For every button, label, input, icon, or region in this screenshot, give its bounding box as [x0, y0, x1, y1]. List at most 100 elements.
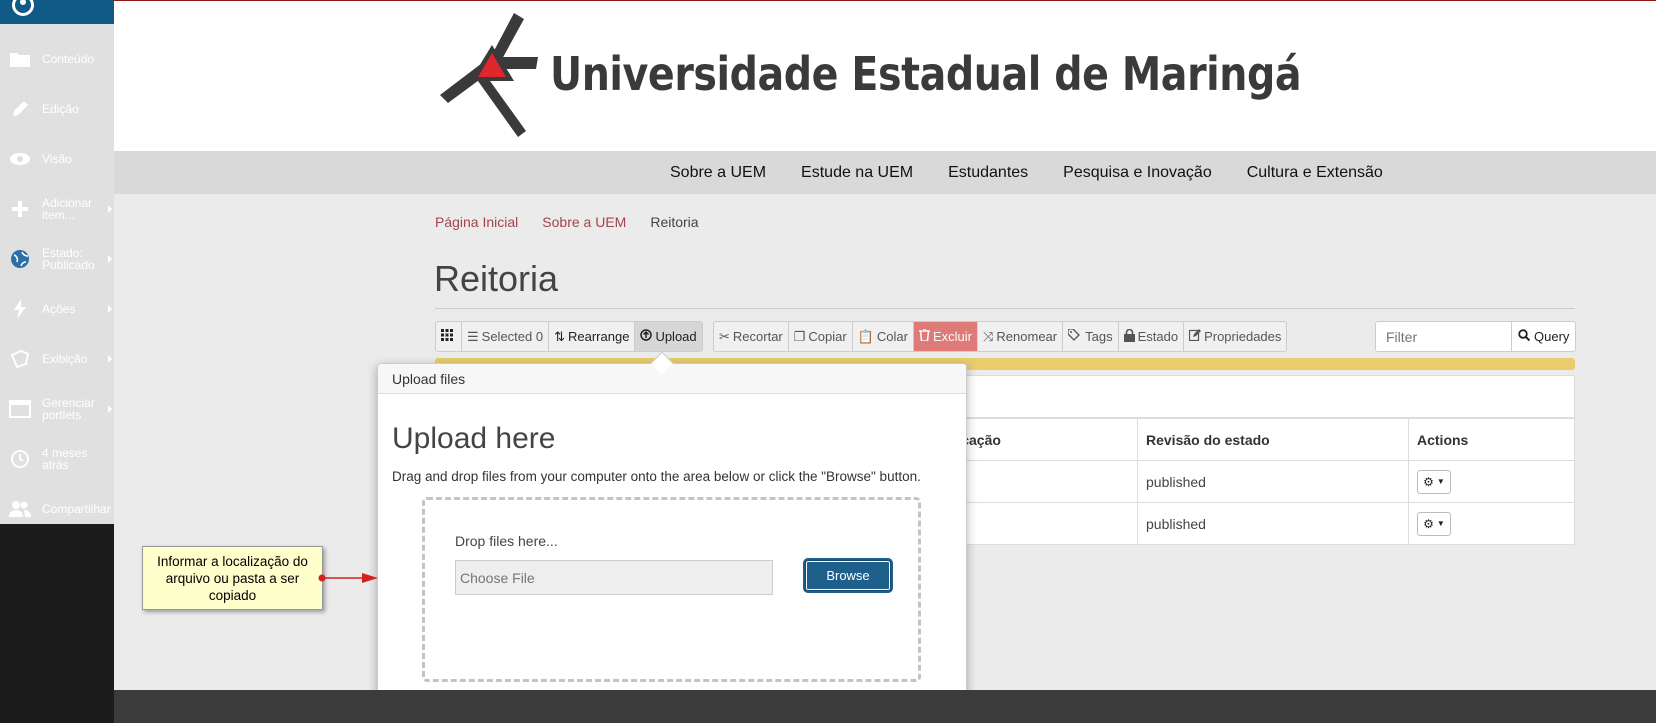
upload-label: Upload	[655, 329, 697, 344]
global-navigation: Sobre a UEM Estude na UEM Estudantes Pes…	[114, 151, 1656, 194]
eye-icon	[8, 147, 32, 171]
breadcrumb-parent[interactable]: Sobre a UEM	[542, 214, 626, 230]
toolbar-item-add[interactable]: Adicionar item...	[0, 184, 114, 234]
tags-button[interactable]: Tags	[1063, 322, 1119, 351]
toolbar-item-portlets[interactable]: Gerenciar portlets	[0, 384, 114, 434]
copy-label: Copiar	[808, 329, 847, 344]
pencil-icon	[8, 97, 32, 121]
nav-item-sobre[interactable]: Sobre a UEM	[670, 164, 766, 182]
selected-label: Selected 0	[481, 329, 544, 344]
state-label: Estado	[1137, 329, 1179, 344]
table-cell-review-state: published	[1137, 460, 1409, 503]
browse-button[interactable]: Browse	[805, 560, 891, 591]
chevron-right-icon	[108, 255, 112, 263]
site-logo[interactable]: Universidade Estadual de Maringá	[434, 11, 1423, 137]
chevron-right-icon	[108, 355, 112, 363]
toolbar-item-view[interactable]: Visão	[0, 134, 114, 184]
toolbar-item-label: Estado: Publicado	[42, 246, 95, 272]
table-cell-actions: ⚙ ▼	[1408, 460, 1575, 503]
paste-label: Colar	[876, 329, 908, 344]
callout-arrow-icon	[318, 573, 378, 583]
folder-icon	[8, 47, 32, 71]
annotation-callout: Informar a localização do arquivo ou pas…	[142, 546, 323, 610]
site-footer	[114, 690, 1656, 723]
toolbar-item-state[interactable]: Estado: Publicado	[0, 234, 114, 284]
delete-button[interactable]: Excluir	[913, 322, 978, 351]
table-cell-actions: ⚙ ▼	[1408, 502, 1575, 545]
copy-button[interactable]: ❐ Copiar	[789, 322, 853, 351]
page-title: Reitoria	[434, 258, 559, 299]
column-header-review-state[interactable]: Revisão do estado	[1137, 418, 1409, 461]
plone-logo-icon[interactable]	[12, 0, 34, 16]
toolbar-item-label: Gerenciar portlets	[42, 396, 95, 422]
layers-icon	[8, 347, 32, 371]
toolbar-item-label: Edição	[42, 102, 79, 116]
toolbar-item-sharing[interactable]: Compartilhar	[0, 484, 114, 534]
rename-button[interactable]: ⤨ Renomear	[978, 322, 1064, 351]
file-path-input[interactable]	[455, 560, 773, 595]
filter-group: Query	[1375, 321, 1577, 352]
properties-button[interactable]: Propriedades	[1184, 322, 1286, 351]
gear-icon: ⚙	[1423, 516, 1434, 531]
uem-logo-icon	[440, 13, 538, 137]
globe-icon	[8, 247, 32, 271]
cut-label: Recortar	[732, 329, 783, 344]
row-actions-button[interactable]: ⚙ ▼	[1417, 511, 1451, 536]
delete-label: Excluir	[932, 329, 972, 344]
grid-icon	[441, 329, 453, 344]
chevron-right-icon	[108, 205, 112, 213]
toolbar-item-display[interactable]: Exibição	[0, 334, 114, 384]
toolbar-item-label: Visão	[42, 152, 72, 166]
list-icon: ☰	[467, 328, 479, 344]
toolbar-item-history[interactable]: 4 meses atrás	[0, 434, 114, 484]
column-header-actions: Actions	[1408, 418, 1575, 461]
selected-button[interactable]: ☰ Selected 0	[462, 322, 550, 351]
bolt-icon	[8, 297, 32, 321]
plus-icon	[8, 197, 32, 221]
state-button[interactable]: Estado	[1119, 322, 1185, 351]
trash-icon	[918, 328, 930, 344]
table-cell-review-state: published	[1137, 502, 1409, 545]
toolbar-menu: Conteúdo Edição Visão Adicionar item...	[0, 24, 114, 524]
cut-button[interactable]: ✂ Recortar	[714, 322, 789, 351]
window-icon	[8, 397, 32, 421]
filter-input[interactable]	[1375, 321, 1512, 352]
lock-icon	[1123, 328, 1135, 345]
select-all-button[interactable]	[436, 322, 462, 351]
toolbar-item-actions[interactable]: Ações	[0, 284, 114, 334]
scissors-icon: ✂	[719, 328, 730, 344]
rearrange-button[interactable]: ⇅ Rearrange	[549, 322, 636, 351]
breadcrumb-current: Reitoria	[650, 214, 699, 230]
toolbar-item-contents[interactable]: Conteúdo	[0, 34, 114, 84]
row-actions-button[interactable]: ⚙ ▼	[1417, 469, 1451, 494]
nav-item-estude[interactable]: Estude na UEM	[801, 164, 913, 182]
upload-circle-icon	[640, 329, 653, 344]
sort-icon: ⇅	[554, 328, 565, 344]
gear-icon: ⚙	[1423, 474, 1434, 489]
toolbar-top[interactable]	[0, 0, 114, 24]
toolbar-item-label: 4 meses atrás	[42, 446, 88, 472]
query-button[interactable]: Query	[1512, 321, 1577, 352]
toolbar-item-label: Ações	[42, 302, 76, 316]
actions-button-group: ✂ Recortar ❐ Copiar 📋 Colar Excluir ⤨ Re…	[713, 321, 1288, 352]
toolbar-item-edit[interactable]: Edição	[0, 84, 114, 134]
edit-square-icon	[1188, 329, 1202, 344]
breadcrumb-home[interactable]: Página Inicial	[435, 214, 518, 230]
popover-header: Upload files	[378, 364, 966, 394]
caret-down-icon: ▼	[1436, 519, 1445, 528]
nav-item-cultura[interactable]: Cultura e Extensão	[1247, 164, 1383, 182]
site-header: Universidade Estadual de Maringá	[114, 0, 1656, 151]
upload-button[interactable]: Upload	[635, 322, 702, 351]
paste-button[interactable]: 📋 Colar	[853, 322, 914, 351]
selection-button-group: ☰ Selected 0 ⇅ Rearrange Upload	[435, 321, 703, 352]
users-icon	[8, 497, 32, 521]
clock-icon	[8, 447, 32, 471]
upload-popover: Upload files Upload here Drag and drop f…	[377, 351, 967, 708]
shuffle-icon: ⤨	[983, 328, 994, 344]
chevron-right-icon	[108, 305, 112, 313]
nav-item-estudantes[interactable]: Estudantes	[948, 164, 1028, 182]
nav-item-pesquisa[interactable]: Pesquisa e Inovação	[1063, 164, 1212, 182]
toolbar-item-label: Adicionar item...	[42, 196, 93, 222]
drop-zone[interactable]: Drop files here... Browse	[422, 497, 921, 682]
search-icon	[1518, 329, 1531, 344]
